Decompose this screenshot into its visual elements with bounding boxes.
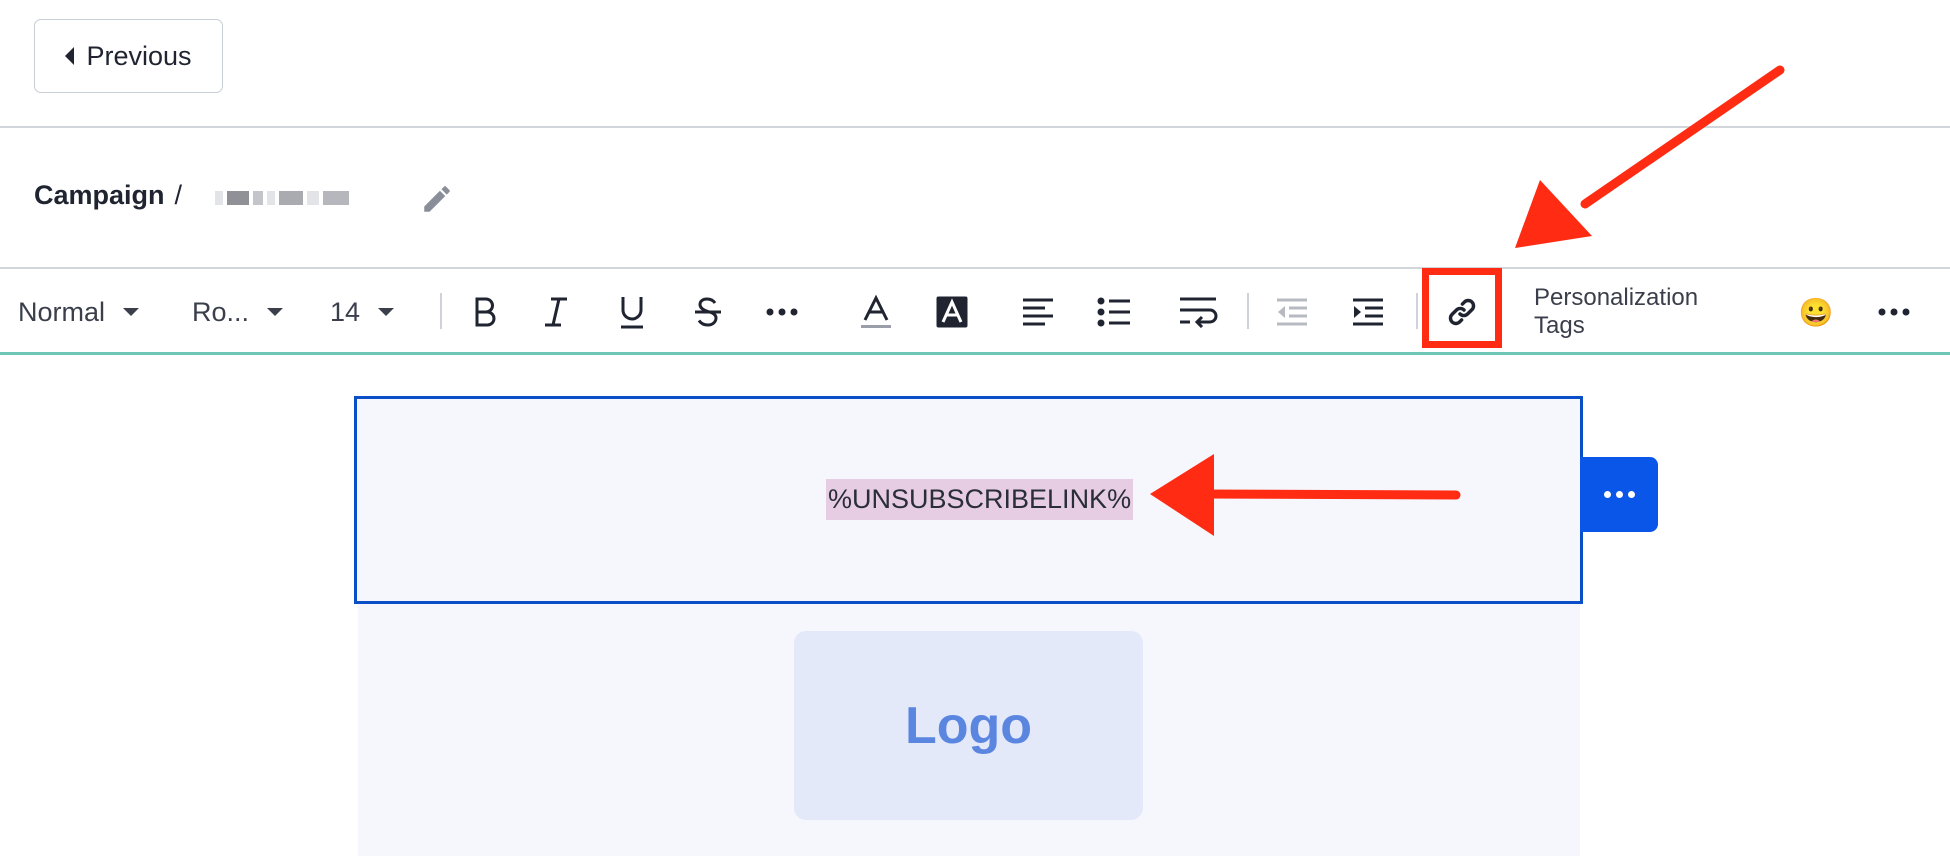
toolbar-separator [1247,293,1249,329]
toolbar-separator [440,293,442,329]
chevron-down-icon [378,308,395,316]
align-button[interactable] [1016,269,1060,355]
indent-icon [1353,298,1383,326]
dot [1615,491,1623,498]
ellipsis-icon [766,308,798,316]
emoji-icon: 😀 [1798,296,1834,328]
dot [1603,491,1611,498]
bulleted-list-button[interactable] [1092,269,1136,355]
italic-icon [545,297,567,327]
campaign-label: Campaign [34,180,165,210]
block-actions-button[interactable] [1580,457,1658,532]
text-color-button[interactable] [854,269,898,355]
personalization-tags-label: Personalization Tags [1534,284,1699,339]
font-size-value: 14 [330,296,361,327]
highlight-color-button[interactable] [930,269,974,355]
logo-placeholder-text: Logo [904,696,1033,755]
text-wrap-icon [1180,297,1218,328]
align-left-icon [1023,298,1053,326]
italic-button[interactable] [534,269,578,355]
dot [1627,491,1635,498]
edit-pencil-icon[interactable] [420,182,454,216]
breadcrumb-separator: / [174,180,183,210]
paragraph-style-dropdown[interactable]: Normal [18,269,160,355]
bold-icon [475,297,496,327]
header-divider [0,126,1950,128]
paragraph-style-value: Normal [18,296,106,327]
more-formatting-button[interactable] [760,269,804,355]
annotation-arrow-top [1515,65,1785,248]
text-color-icon [861,294,891,328]
bold-button[interactable] [462,269,506,355]
font-size-dropdown[interactable]: 14 [330,269,410,355]
annotation-highlight-box [1422,268,1502,348]
previous-label: Previous [86,40,192,71]
text-wrap-button[interactable] [1176,269,1220,355]
strikethrough-icon [695,297,721,327]
campaign-name-redacted [215,186,385,210]
chevron-down-icon [267,308,284,316]
decrease-indent-button[interactable] [1270,269,1314,355]
campaign-breadcrumb: Campaign / [34,180,182,211]
logo-placeholder[interactable]: Logo [794,631,1143,820]
outdent-icon [1277,298,1307,326]
formatting-toolbar: Normal Ro... 14 Personalization Tags 😀 [0,267,1950,355]
unsubscribe-merge-tag[interactable]: %UNSUBSCRIBELINK% [826,479,1134,520]
underline-icon [621,297,643,329]
previous-button[interactable]: Previous [34,19,223,93]
font-family-dropdown[interactable]: Ro... [192,269,296,355]
toolbar-overflow-button[interactable] [1876,269,1912,355]
increase-indent-button[interactable] [1346,269,1390,355]
chevron-down-icon [123,308,140,316]
ellipsis-icon [1878,308,1910,316]
underline-button[interactable] [610,269,654,355]
highlight-color-icon [936,296,968,328]
caret-left-icon [65,47,75,65]
editor-screen: Previous Campaign / Normal Ro... 14 Pers… [0,0,1950,856]
emoji-button[interactable]: 😀 [1796,269,1836,355]
personalization-tags-button[interactable]: Personalization Tags [1534,269,1724,355]
toolbar-separator [1416,293,1418,329]
strikethrough-button[interactable] [686,269,730,355]
font-family-value: Ro... [192,296,250,327]
bulleted-list-icon [1097,297,1130,327]
